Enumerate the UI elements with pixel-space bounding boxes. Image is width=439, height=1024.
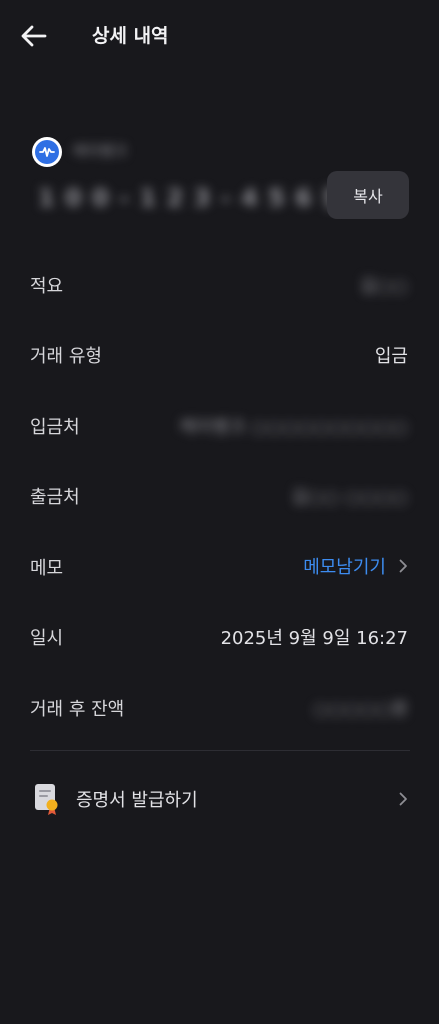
detail-row-summary: 적요 김○○	[30, 264, 410, 304]
row-label: 메모	[30, 558, 64, 579]
detail-row-datetime: 일시 2025년 9월 9일 16:27	[30, 616, 410, 656]
row-value: 김○○	[360, 276, 408, 297]
row-label: 입금처	[30, 417, 80, 438]
detail-row-memo: 메모 메모남기기	[30, 546, 410, 586]
row-value: 입금	[374, 346, 408, 367]
leave-memo-link[interactable]: 메모남기기	[303, 552, 410, 580]
chevron-right-icon	[396, 559, 410, 573]
page-title: 상세 내역	[92, 25, 169, 47]
bank-name: 케이뱅크	[72, 142, 128, 160]
arrow-left-icon	[21, 25, 47, 47]
certificate-icon	[35, 784, 58, 815]
divider	[30, 750, 410, 751]
row-label: 적요	[30, 276, 64, 297]
detail-row-balance: 거래 후 잔액 ○○○○○원	[30, 687, 410, 727]
detail-row-transaction-type: 거래 유형 입금	[30, 334, 410, 374]
bank-logo-icon	[32, 137, 62, 167]
row-label: 일시	[30, 628, 64, 649]
row-label: 거래 후 잔액	[30, 699, 125, 720]
issue-certificate-button[interactable]: 증명서 발급하기	[30, 778, 410, 820]
row-label: 출금처	[30, 487, 80, 508]
detail-row-withdraw-from: 출금처 김○○ ○○○○	[30, 475, 410, 515]
copy-button[interactable]: 복사	[327, 171, 409, 219]
row-value: ○○○○○원	[312, 699, 408, 720]
certificate-label: 증명서 발급하기	[76, 790, 198, 811]
row-label: 거래 유형	[30, 346, 102, 367]
back-button[interactable]	[18, 20, 50, 52]
detail-row-deposit-to: 입금처 케이뱅크 ○○○○○○○○○○	[30, 405, 410, 445]
account-number: 1 0 0 - 1 2 3 - 4 5 6 원	[38, 184, 346, 212]
row-value: 케이뱅크 ○○○○○○○○○○	[178, 417, 408, 438]
row-value: 2025년 9월 9일 16:27	[220, 628, 408, 649]
account-summary: 케이뱅크 1 0 0 - 1 2 3 - 4 5 6 원 복사	[30, 134, 410, 224]
chevron-right-icon	[399, 791, 408, 810]
memo-link-text: 메모남기기	[303, 557, 386, 578]
top-app-bar: 상세 내역	[0, 0, 439, 72]
row-value: 김○○ ○○○○	[291, 487, 408, 508]
